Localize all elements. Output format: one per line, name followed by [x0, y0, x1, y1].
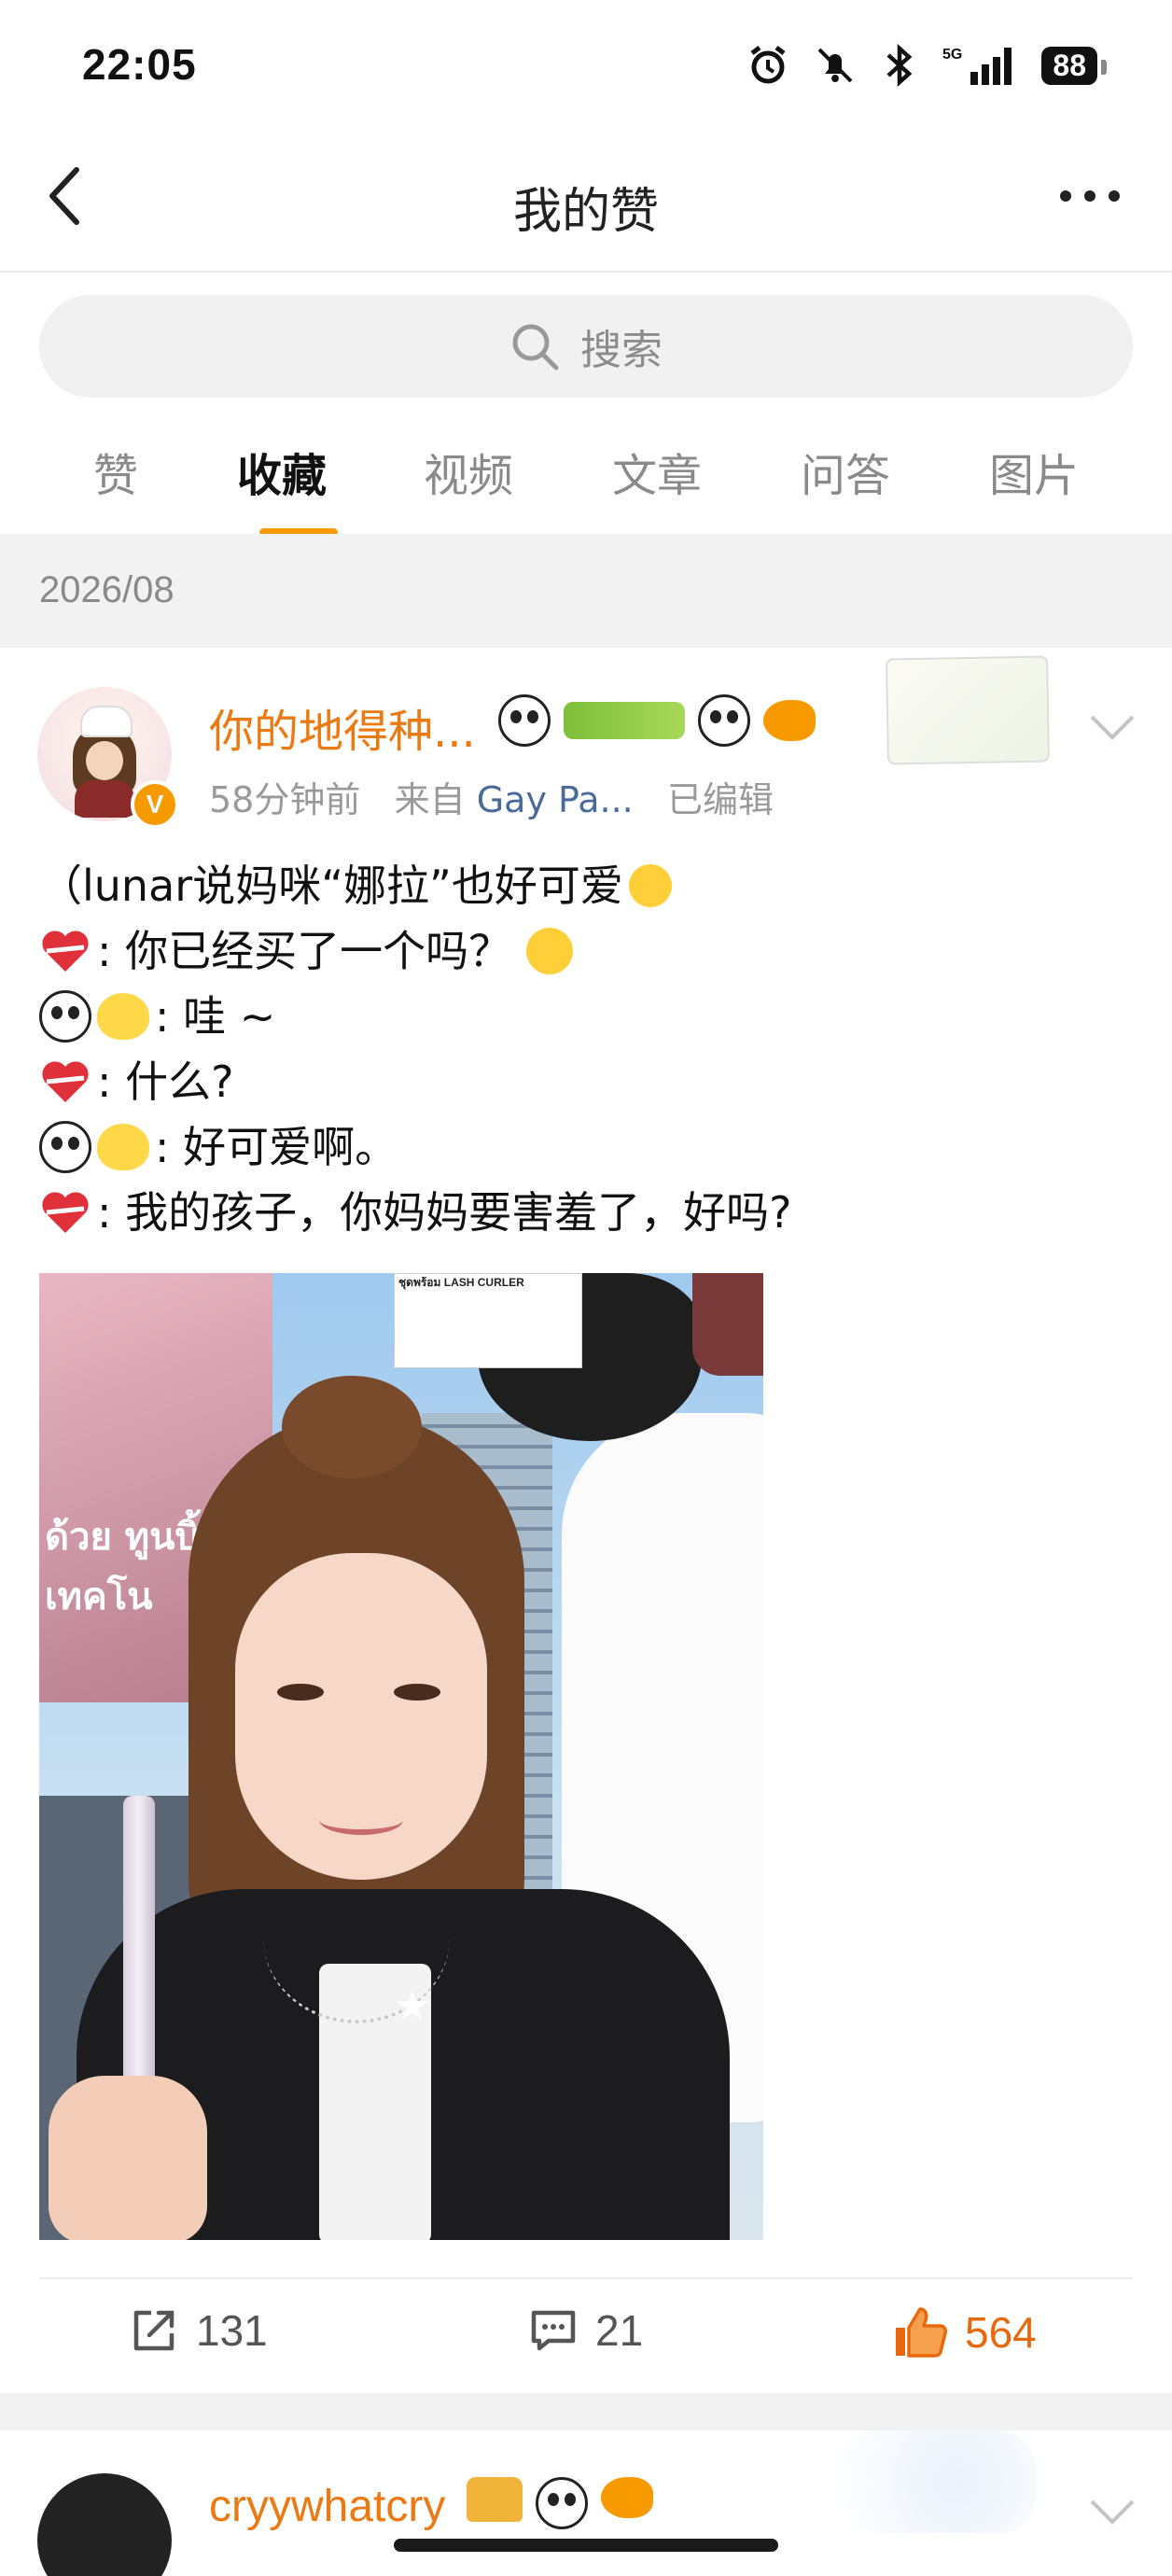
- thumbs-up-icon: [896, 2307, 947, 2358]
- avatar[interactable]: [37, 2473, 172, 2576]
- tab-videos[interactable]: 视频: [375, 439, 562, 504]
- user-badges: [467, 2477, 653, 2529]
- repost-button[interactable]: 131: [129, 2305, 268, 2356]
- post-line: : 什么?: [39, 1049, 792, 1114]
- post-line: : 我的孩子，你妈妈要害羞了，好吗?: [39, 1180, 792, 1245]
- post-image[interactable]: ด้วย ทูนบิ้ง เทคโน ชุดพร้อม LASH CURLER …: [39, 1273, 763, 2240]
- crown-badge-icon: [467, 2477, 523, 2522]
- panda-emoji-icon: [536, 2477, 588, 2529]
- decorative-sticker: [840, 2430, 1036, 2533]
- tab-articles[interactable]: 文章: [564, 439, 750, 504]
- user-badges: [498, 694, 816, 747]
- heart-emoji-icon: [39, 1189, 91, 1236]
- bluetooth-icon: [886, 44, 913, 87]
- comment-icon: [531, 2310, 576, 2351]
- tab-likes[interactable]: 赞: [22, 439, 209, 504]
- alarm-icon: [750, 46, 786, 84]
- divider: [39, 2277, 1133, 2279]
- post-card[interactable]: cryywhatcry: [0, 2430, 1172, 2576]
- post-line: : 好可爱啊。: [39, 1114, 792, 1180]
- status-time: 22:05: [82, 40, 197, 89]
- source-prefix: 来自: [394, 779, 466, 820]
- pleading-face-emoji-icon: [526, 928, 574, 974]
- post-time: 58分钟前: [209, 779, 361, 820]
- decorative-sticker: [886, 655, 1050, 765]
- post-username[interactable]: 你的地得种...: [209, 694, 476, 760]
- post-actions: 131 21 564: [0, 2281, 1172, 2391]
- bamboo-badge-icon: [564, 702, 685, 739]
- svg-text:5G: 5G: [942, 47, 962, 63]
- mute-bell-icon: [817, 48, 853, 83]
- nav-bar: 我的赞: [0, 131, 1172, 273]
- tab-qa[interactable]: 问答: [752, 439, 939, 504]
- category-tabs: 赞 收藏 视频 文章 问答 图片: [0, 420, 1172, 537]
- product-label: ชุดพร้อม LASH CURLER: [398, 1276, 524, 1289]
- share-icon: [133, 2310, 174, 2351]
- tab-images[interactable]: 图片: [941, 439, 1127, 504]
- like-count: 564: [965, 2308, 1037, 2357]
- search-bar[interactable]: 搜索: [39, 295, 1133, 398]
- shy-face-emoji-icon: [628, 864, 672, 907]
- panda-emoji-icon: [498, 694, 551, 747]
- panda-emoji-icon: [39, 990, 91, 1043]
- search-placeholder: 搜索: [580, 327, 663, 374]
- heart-emoji-icon: [39, 928, 91, 974]
- card-separator: [0, 2393, 1172, 2430]
- chevron-down-icon[interactable]: [1086, 707, 1138, 745]
- chick-emoji-icon: [97, 1124, 149, 1170]
- panda-emoji-icon: [698, 694, 750, 747]
- tab-favorites[interactable]: 收藏: [188, 439, 375, 537]
- signal-5g-icon: 5G: [942, 47, 1012, 85]
- verified-badge-icon: V: [131, 780, 179, 829]
- comment-count: 21: [595, 2306, 644, 2355]
- post-username[interactable]: cryywhatcry: [209, 2481, 445, 2532]
- battery-indicator: 88: [1041, 46, 1107, 85]
- repost-count: 131: [196, 2306, 268, 2355]
- post-card[interactable]: V 你的地得种... 58分钟前 来自 Gay Pa... 已编辑 （lunar…: [0, 648, 1172, 2393]
- search-icon: [512, 324, 559, 371]
- date-group-label: 2026/08: [39, 569, 174, 610]
- comment-button[interactable]: 21: [528, 2305, 643, 2356]
- more-options-icon[interactable]: [1053, 168, 1127, 224]
- like-button[interactable]: 564: [892, 2305, 1037, 2359]
- chick-emoji-icon: [97, 993, 149, 1040]
- panda-emoji-icon: [39, 1121, 91, 1173]
- status-bar: 22:05 5G 88: [0, 0, 1172, 131]
- chevron-down-icon[interactable]: [1086, 2492, 1138, 2529]
- page-title: 我的赞: [512, 184, 659, 240]
- date-group-header: 2026/08: [0, 534, 1172, 648]
- post-line: : 你已经买了一个吗？: [39, 918, 792, 984]
- fish-emoji-icon: [763, 700, 816, 741]
- status-icons: 5G 88: [746, 37, 1107, 93]
- product-pack: ชุดพร้อม LASH CURLER: [394, 1273, 582, 1368]
- post-text: （lunar说妈咪“娜拉”也好可爱 : 你已经买了一个吗？ : 哇 ~ : 什么…: [39, 853, 792, 1245]
- post-line: （lunar说妈咪“娜拉”也好可爱: [39, 853, 792, 918]
- edited-label: 已编辑: [667, 779, 774, 820]
- home-indicator[interactable]: [394, 2539, 778, 2552]
- post-line: : 哇 ~: [39, 984, 792, 1049]
- heart-emoji-icon: [39, 1058, 91, 1105]
- fish-emoji-icon: [601, 2477, 653, 2518]
- post-meta: 58分钟前 来自 Gay Pa... 已编辑: [209, 771, 774, 822]
- post-source[interactable]: Gay Pa...: [477, 779, 634, 820]
